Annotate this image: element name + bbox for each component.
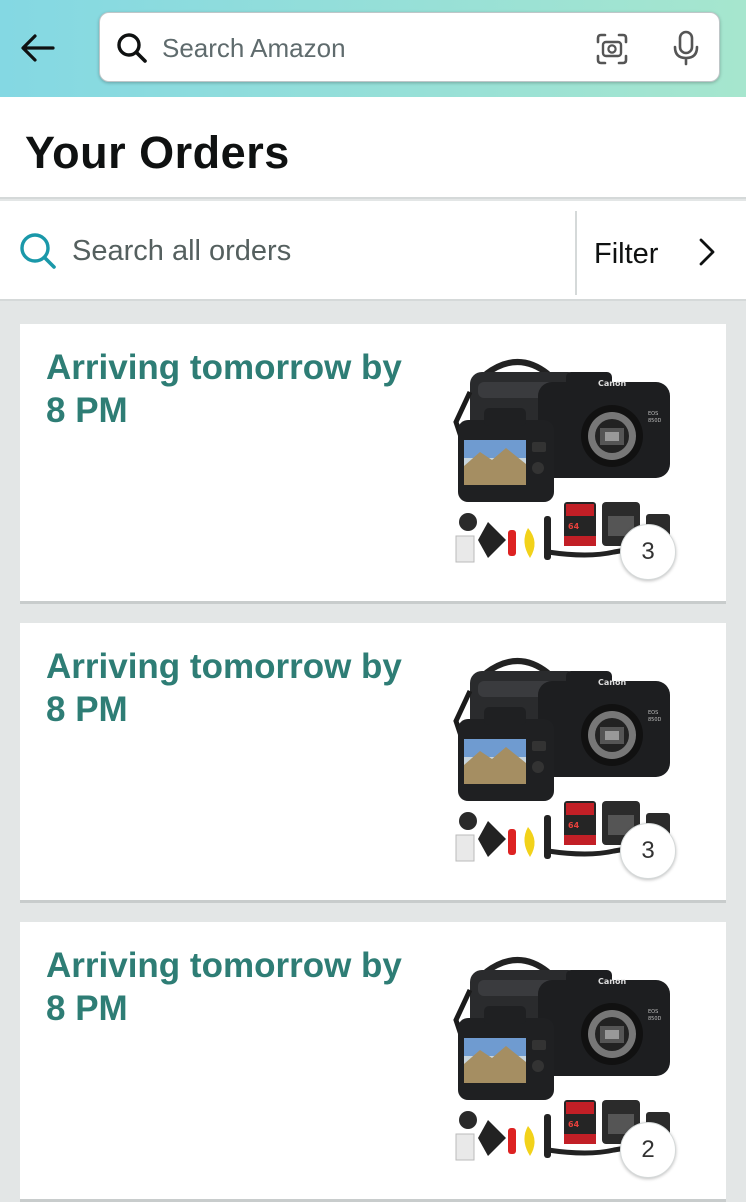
order-card[interactable]: Arriving tomorrow by 8 PM 2 <box>20 922 726 1202</box>
microphone-icon[interactable] <box>666 28 706 68</box>
amazon-search-bar[interactable] <box>99 12 720 82</box>
filter-label: Filter <box>594 238 659 270</box>
amazon-search-input[interactable] <box>162 27 582 69</box>
item-count-badge: 3 <box>620 524 676 580</box>
back-arrow-icon <box>21 34 55 62</box>
orders-search-bar: Filter <box>0 201 746 301</box>
search-orders-icon <box>20 233 56 269</box>
back-button[interactable] <box>16 26 60 70</box>
filter-button[interactable]: Filter <box>575 211 746 295</box>
page-title: Your Orders <box>25 127 290 178</box>
camera-scan-icon[interactable] <box>592 29 632 69</box>
item-count-badge: 2 <box>620 1122 676 1178</box>
item-count-badge: 3 <box>620 823 676 879</box>
order-card[interactable]: Arriving tomorrow by 8 PM 3 <box>20 623 726 903</box>
top-navigation-bar <box>0 0 746 97</box>
search-all-orders-input[interactable] <box>72 229 552 273</box>
order-status: Arriving tomorrow by 8 PM <box>46 647 402 729</box>
chevron-right-icon <box>699 238 715 266</box>
order-status: Arriving tomorrow by 8 PM <box>46 946 402 1028</box>
order-status: Arriving tomorrow by 8 PM <box>46 348 402 430</box>
page-title-bar: Your Orders <box>0 97 746 199</box>
order-card[interactable]: Arriving tomorrow by 8 PM 3 <box>20 324 726 604</box>
search-icon <box>117 33 147 63</box>
